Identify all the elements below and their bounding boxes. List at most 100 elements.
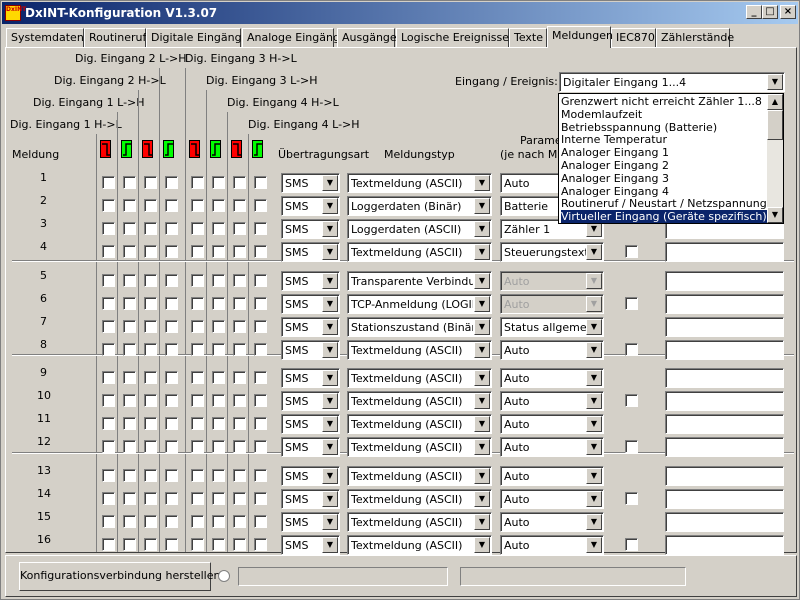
dig-eingang-checkbox-6[interactable]	[233, 492, 246, 505]
dig-eingang-checkbox-1[interactable]	[123, 320, 136, 333]
dig-eingang-checkbox-0[interactable]	[102, 492, 115, 505]
dig-eingang-checkbox-3[interactable]	[165, 538, 178, 551]
uebertragungsart-select[interactable]: SMS ▼	[281, 414, 340, 434]
parameter-select[interactable]: Auto▼	[500, 489, 604, 509]
chevron-down-icon[interactable]: ▼	[586, 244, 602, 260]
chevron-down-icon[interactable]: ▼	[474, 244, 490, 260]
dig-eingang-checkbox-1[interactable]	[123, 417, 136, 430]
tab-6[interactable]: Texte	[509, 28, 547, 47]
tab-1[interactable]: Routineruf	[84, 28, 146, 47]
dig-eingang-checkbox-4[interactable]	[191, 394, 204, 407]
dig-eingang-checkbox-0[interactable]	[102, 176, 115, 189]
meldungstyp-select[interactable]: Textmeldung (ASCII) ▼	[347, 437, 492, 457]
tab-9[interactable]: Zählerstände	[656, 28, 734, 47]
chevron-down-icon[interactable]: ▼	[322, 537, 338, 553]
dig-eingang-checkbox-0[interactable]	[102, 394, 115, 407]
dig-eingang-checkbox-0[interactable]	[102, 320, 115, 333]
parameter-select[interactable]: Auto▼	[500, 437, 604, 457]
tab-2[interactable]: Digitale Eingänge	[146, 28, 248, 47]
chevron-down-icon[interactable]: ▼	[586, 319, 602, 335]
meldung-text-input[interactable]	[665, 391, 784, 411]
dropdown-item[interactable]: Routineruf / Neustart / Netzspannung	[561, 197, 767, 210]
dig-eingang-checkbox-4[interactable]	[191, 371, 204, 384]
chevron-down-icon[interactable]: ▼	[474, 491, 490, 507]
meldungstyp-select[interactable]: Textmeldung (ASCII) ▼	[347, 512, 492, 532]
chevron-down-icon[interactable]: ▼	[586, 514, 602, 530]
dig-eingang-checkbox-5[interactable]	[212, 320, 225, 333]
dig-eingang-checkbox-1[interactable]	[123, 394, 136, 407]
dropdown-item[interactable]: Betriebsspannung (Batterie)	[561, 121, 767, 134]
meldungstyp-select[interactable]: Textmeldung (ASCII) ▼	[347, 368, 492, 388]
close-button[interactable]: ×	[780, 5, 796, 19]
uebertragungsart-select[interactable]: SMS ▼	[281, 242, 340, 262]
chevron-down-icon[interactable]: ▼	[322, 416, 338, 432]
dig-eingang-checkbox-4[interactable]	[191, 320, 204, 333]
uebertragungsart-select[interactable]: SMS ▼	[281, 219, 340, 239]
chevron-down-icon[interactable]: ▼	[474, 537, 490, 553]
chevron-down-icon[interactable]: ▼	[474, 514, 490, 530]
dig-eingang-checkbox-3[interactable]	[165, 440, 178, 453]
dig-eingang-checkbox-7[interactable]	[254, 343, 267, 356]
tab-0[interactable]: Systemdaten	[6, 28, 84, 47]
dig-eingang-checkbox-0[interactable]	[102, 371, 115, 384]
minimize-button[interactable]: _	[746, 5, 762, 19]
chevron-down-icon[interactable]: ▼	[474, 221, 490, 237]
dig-eingang-checkbox-7[interactable]	[254, 199, 267, 212]
uebertragungsart-select[interactable]: SMS ▼	[281, 196, 340, 216]
dig-eingang-checkbox-7[interactable]	[254, 297, 267, 310]
meldungstyp-select[interactable]: Stationszustand (Binär) ▼	[347, 317, 492, 337]
dig-eingang-checkbox-4[interactable]	[191, 440, 204, 453]
dig-eingang-checkbox-5[interactable]	[212, 222, 225, 235]
chevron-down-icon[interactable]: ▼	[474, 468, 490, 484]
dig-eingang-checkbox-6[interactable]	[233, 176, 246, 189]
meldung-text-input[interactable]	[665, 271, 784, 291]
tab-4[interactable]: Ausgänge	[337, 28, 397, 47]
dig-eingang-checkbox-1[interactable]	[123, 538, 136, 551]
dig-eingang-checkbox-7[interactable]	[254, 538, 267, 551]
chevron-down-icon[interactable]: ▼	[586, 491, 602, 507]
dig-eingang-checkbox-7[interactable]	[254, 371, 267, 384]
meldungstyp-select[interactable]: Textmeldung (ASCII) ▼	[347, 391, 492, 411]
meldungstyp-select[interactable]: Textmeldung (ASCII) ▼	[347, 466, 492, 486]
parameter-select[interactable]: Status allgemein▼	[500, 317, 604, 337]
dig-eingang-checkbox-7[interactable]	[254, 320, 267, 333]
dig-eingang-checkbox-1[interactable]	[123, 469, 136, 482]
dig-eingang-checkbox-4[interactable]	[191, 245, 204, 258]
dig-eingang-checkbox-6[interactable]	[233, 469, 246, 482]
meldung-text-input[interactable]	[665, 437, 784, 457]
dig-eingang-checkbox-4[interactable]	[191, 538, 204, 551]
chevron-down-icon[interactable]: ▼	[586, 416, 602, 432]
chevron-down-icon[interactable]: ▼	[474, 198, 490, 214]
dropdown-item[interactable]: Analoger Eingang 3	[561, 172, 767, 185]
dig-eingang-checkbox-6[interactable]	[233, 274, 246, 287]
chevron-down-icon[interactable]: ▼	[322, 491, 338, 507]
dropdown-item[interactable]: Analoger Eingang 2	[561, 159, 767, 172]
meldung-text-input[interactable]	[665, 317, 784, 337]
meldung-text-input[interactable]	[665, 512, 784, 532]
dig-eingang-checkbox-6[interactable]	[233, 297, 246, 310]
dropdown-item[interactable]: Interne Temperatur	[561, 133, 767, 146]
chevron-down-icon[interactable]: ▼	[767, 74, 783, 90]
dig-eingang-checkbox-6[interactable]	[233, 199, 246, 212]
dig-eingang-checkbox-2[interactable]	[144, 245, 157, 258]
uebertragungsart-select[interactable]: SMS ▼	[281, 391, 340, 411]
dig-eingang-checkbox-0[interactable]	[102, 417, 115, 430]
dig-eingang-checkbox-3[interactable]	[165, 515, 178, 528]
parameter-select[interactable]: Auto▼	[500, 512, 604, 532]
extra-option-checkbox[interactable]	[625, 297, 638, 310]
dropdown-item[interactable]: Modemlaufzeit	[561, 108, 767, 121]
extra-option-checkbox[interactable]	[625, 492, 638, 505]
chevron-down-icon[interactable]: ▼	[586, 296, 602, 312]
parameter-select[interactable]: Auto▼	[500, 414, 604, 434]
chevron-down-icon[interactable]: ▼	[586, 468, 602, 484]
dig-eingang-checkbox-5[interactable]	[212, 394, 225, 407]
dig-eingang-checkbox-6[interactable]	[233, 245, 246, 258]
meldung-text-input[interactable]	[665, 294, 784, 314]
dig-eingang-checkbox-6[interactable]	[233, 515, 246, 528]
dig-eingang-checkbox-0[interactable]	[102, 469, 115, 482]
dig-eingang-checkbox-2[interactable]	[144, 176, 157, 189]
dig-eingang-checkbox-7[interactable]	[254, 492, 267, 505]
eingang-ereignis-select[interactable]: Digitaler Eingang 1...4 ▼	[559, 72, 785, 92]
dig-eingang-checkbox-2[interactable]	[144, 538, 157, 551]
chevron-down-icon[interactable]: ▼	[322, 439, 338, 455]
